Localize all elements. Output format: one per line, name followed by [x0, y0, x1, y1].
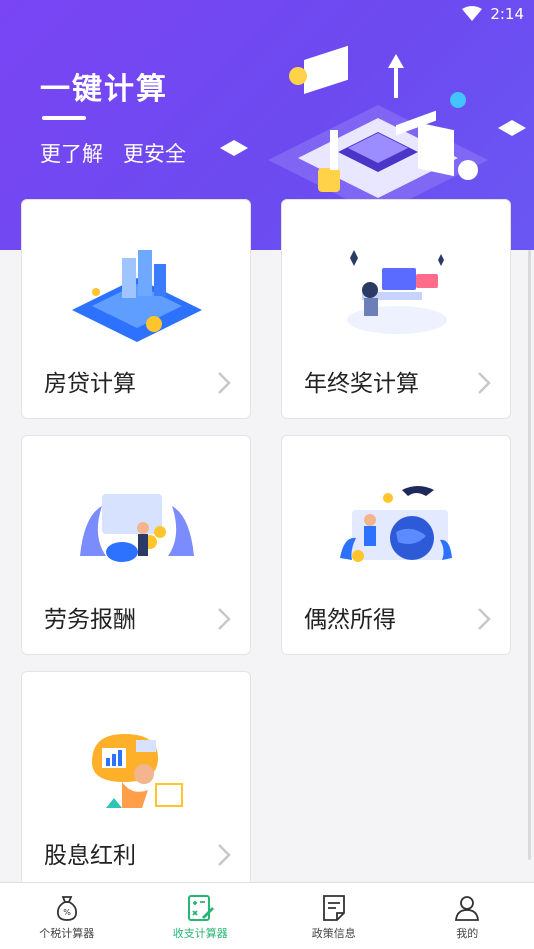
card-year-end-bonus[interactable]: 年终奖计算 — [281, 199, 511, 419]
nav-item-tax-calculator[interactable]: % 个税计算器 — [0, 883, 134, 949]
chevron-right-icon — [218, 372, 231, 394]
house-loan-illustration — [72, 250, 202, 342]
status-bar: 2:14 — [0, 0, 534, 28]
status-time: 2:14 — [490, 5, 524, 23]
chevron-right-icon — [478, 608, 491, 630]
hero-underline — [42, 116, 86, 120]
nav-label: 个税计算器 — [39, 927, 95, 940]
card-dividend[interactable]: 股息红利 — [21, 671, 251, 891]
bottom-navigation: % 个税计算器 收支计算器 政策信息 我的 — [0, 882, 534, 949]
card-labor-remuneration[interactable]: 劳务报酬 — [21, 435, 251, 655]
nav-label: 我的 — [456, 927, 479, 940]
nav-label: 政策信息 — [311, 927, 356, 940]
card-incidental-income[interactable]: 偶然所得 — [281, 435, 511, 655]
card-label: 年终奖计算 — [304, 371, 419, 397]
chevron-right-icon — [478, 372, 491, 394]
chevron-right-icon — [218, 608, 231, 630]
chevron-right-icon — [218, 844, 231, 866]
nav-item-policy-info[interactable]: 政策信息 — [267, 883, 401, 949]
labor-remuneration-illustration — [80, 494, 194, 562]
calculator-icon — [188, 895, 215, 921]
dividend-illustration — [92, 734, 183, 808]
card-label: 偶然所得 — [304, 607, 396, 633]
nav-label: 收支计算器 — [172, 927, 228, 940]
incidental-income-illustration — [340, 486, 452, 562]
document-icon — [322, 895, 345, 921]
card-label: 劳务报酬 — [44, 607, 136, 633]
nav-item-income-expense-calculator[interactable]: 收支计算器 — [134, 883, 268, 949]
hero-subtitle: 更了解 更安全 — [40, 142, 187, 166]
money-bag-icon: % — [56, 896, 77, 921]
card-label: 股息红利 — [44, 843, 136, 869]
nav-item-mine[interactable]: 我的 — [401, 883, 534, 949]
scrollbar[interactable] — [528, 250, 531, 860]
hero-title: 一键计算 — [40, 72, 168, 107]
year-end-bonus-illustration — [347, 250, 447, 334]
person-icon — [455, 896, 480, 921]
card-label: 房贷计算 — [44, 371, 136, 397]
svg-text:%: % — [63, 908, 71, 917]
card-house-loan[interactable]: 房贷计算 — [21, 199, 251, 419]
wifi-icon — [462, 6, 483, 21]
